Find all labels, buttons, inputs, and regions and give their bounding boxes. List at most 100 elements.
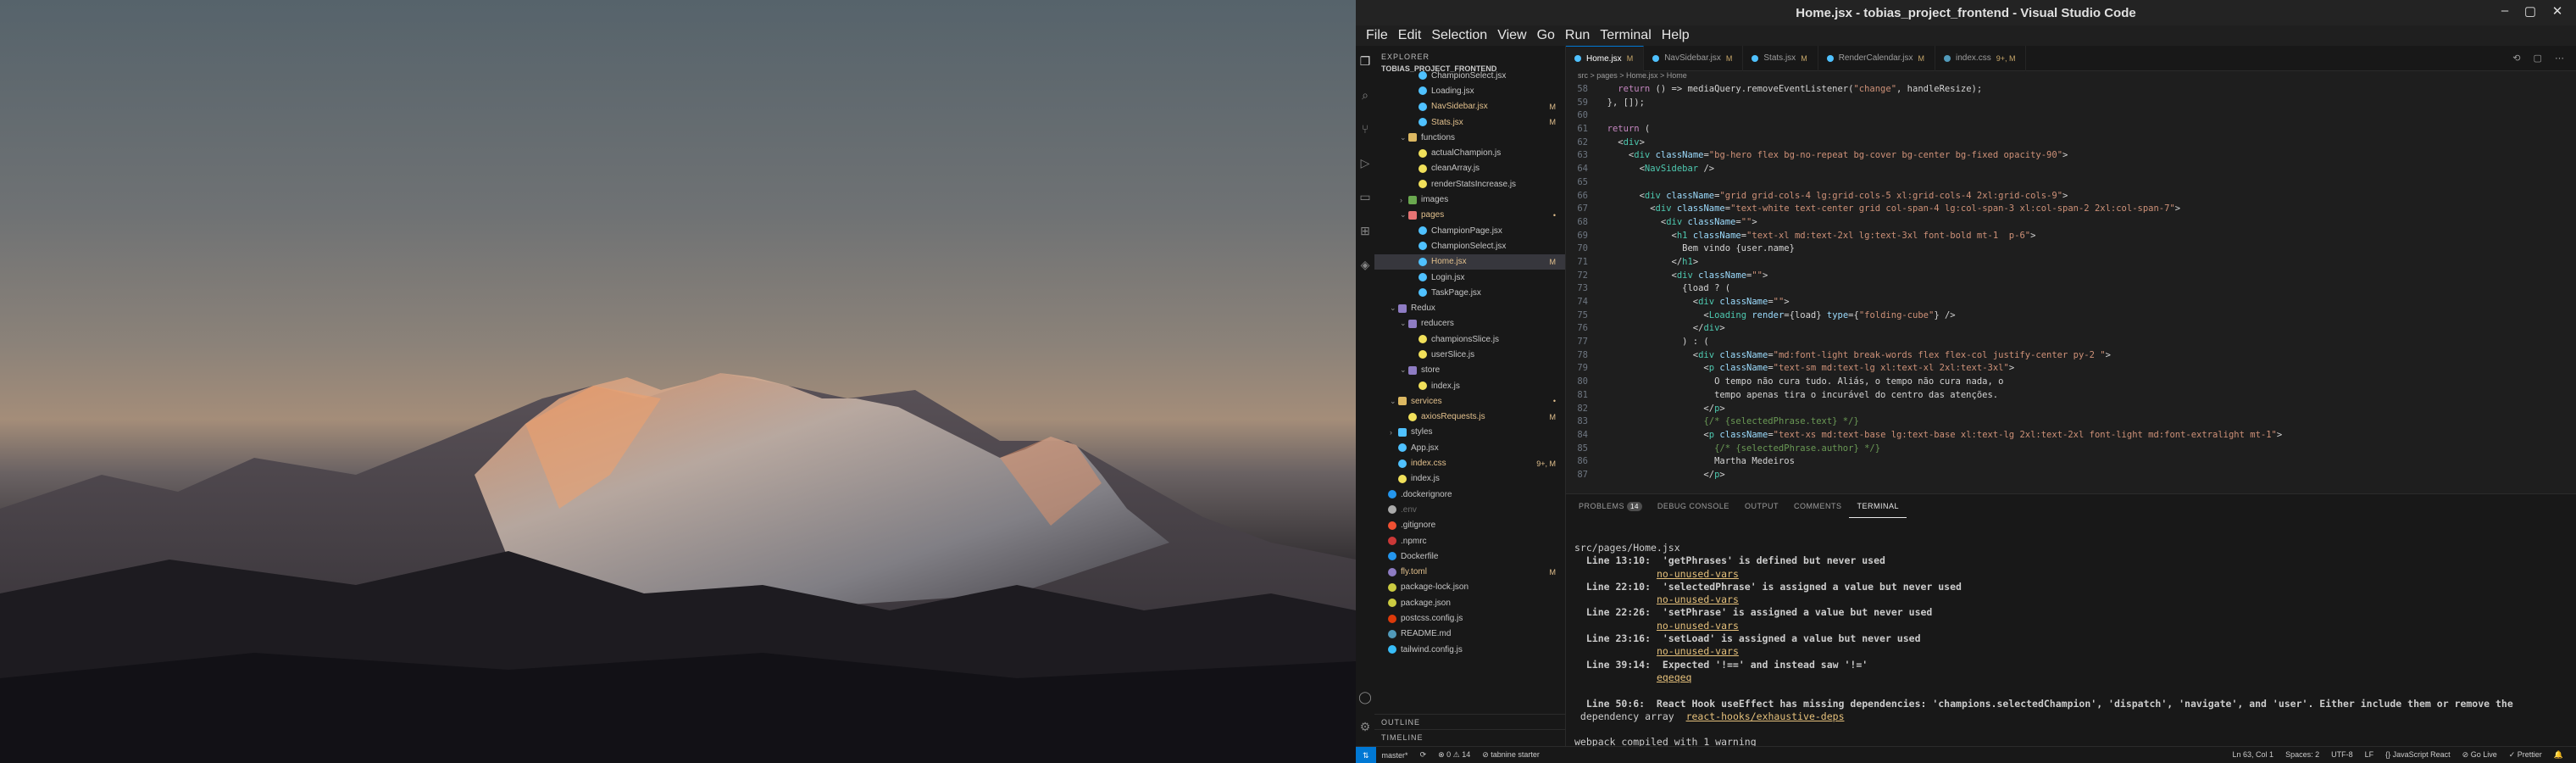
- code-line[interactable]: 68 <div className="">: [1566, 216, 2576, 230]
- tree-folder[interactable]: ⌄ functions: [1374, 130, 1565, 145]
- tabnine-status[interactable]: ⊘ tabnine starter: [1476, 750, 1546, 760]
- eslint-rule-link[interactable]: no-unused-vars: [1657, 645, 1739, 657]
- menu-view[interactable]: View: [1492, 28, 1531, 43]
- tree-file[interactable]: index.css 9+, M: [1374, 455, 1565, 471]
- menu-go[interactable]: Go: [1532, 28, 1560, 43]
- tree-file[interactable]: Login.jsx: [1374, 270, 1565, 285]
- timeline-section[interactable]: TIMELINE: [1374, 729, 1565, 744]
- status-item[interactable]: {} JavaScript React: [2379, 750, 2457, 760]
- menu-selection[interactable]: Selection: [1426, 28, 1492, 43]
- editor-tab[interactable]: NavSidebar.jsx M: [1644, 45, 1744, 71]
- code-line[interactable]: 71 </h1>: [1566, 256, 2576, 270]
- tree-file[interactable]: renderStatsIncrease.js: [1374, 176, 1565, 192]
- code-line[interactable]: 74 <div className="">: [1566, 296, 2576, 309]
- tree-file[interactable]: ChampionSelect.jsx: [1374, 68, 1565, 83]
- status-item[interactable]: LF: [2359, 750, 2380, 760]
- tree-file[interactable]: NavSidebar.jsx M: [1374, 99, 1565, 114]
- code-line[interactable]: 80 O tempo não cura tudo. Aliás, o tempo…: [1566, 376, 2576, 389]
- eslint-rule-link[interactable]: no-unused-vars: [1657, 568, 1739, 580]
- code-line[interactable]: 72 <div className="">: [1566, 270, 2576, 283]
- tree-file[interactable]: actualChampion.js: [1374, 145, 1565, 160]
- code-line[interactable]: 81 tempo apenas tira o incurável do cent…: [1566, 389, 2576, 403]
- tree-file[interactable]: ChampionPage.jsx: [1374, 223, 1565, 238]
- code-line[interactable]: 60: [1566, 109, 2576, 123]
- status-item[interactable]: UTF-8: [2325, 750, 2359, 760]
- tree-file[interactable]: .env: [1374, 502, 1565, 517]
- code-line[interactable]: 70 Bem vindo {user.name}: [1566, 242, 2576, 256]
- docker-icon[interactable]: ◈: [1358, 258, 1372, 271]
- code-line[interactable]: 87 </p>: [1566, 469, 2576, 482]
- status-item[interactable]: Spaces: 2: [2279, 750, 2325, 760]
- code-line[interactable]: 86 Martha Medeiros: [1566, 455, 2576, 469]
- tree-file[interactable]: Dockerfile: [1374, 549, 1565, 564]
- eslint-rule-link[interactable]: no-unused-vars: [1657, 620, 1739, 632]
- code-line[interactable]: 63 <div className="bg-hero flex bg-no-re…: [1566, 149, 2576, 163]
- tree-folder[interactable]: ⌄ Redux: [1374, 300, 1565, 315]
- tree-file[interactable]: .gitignore: [1374, 518, 1565, 533]
- eslint-rule-link[interactable]: react-hooks/exhaustive-deps: [1686, 710, 1845, 722]
- editor-tab[interactable]: index.css 9+, M: [1935, 45, 2027, 71]
- panel-tab[interactable]: DEBUG CONSOLE: [1650, 494, 1737, 518]
- code-line[interactable]: 67 <div className="text-white text-cente…: [1566, 203, 2576, 216]
- tree-file[interactable]: Home.jsx M: [1374, 253, 1565, 270]
- explorer-icon[interactable]: ❐: [1358, 54, 1372, 68]
- status-item[interactable]: 🔔: [2548, 750, 2569, 760]
- menu-terminal[interactable]: Terminal: [1595, 28, 1656, 43]
- tree-file[interactable]: .dockerignore: [1374, 487, 1565, 502]
- terminal-output[interactable]: src/pages/Home.jsx Line 13:10: 'getPhras…: [1574, 542, 2566, 762]
- code-line[interactable]: 58 return () => mediaQuery.removeEventLi…: [1566, 83, 2576, 97]
- tree-folder[interactable]: › styles: [1374, 425, 1565, 440]
- tree-folder[interactable]: ⌄ services •: [1374, 393, 1565, 409]
- code-line[interactable]: 85 {/* {selectedPhrase.author} */}: [1566, 443, 2576, 456]
- status-item[interactable]: Ln 63, Col 1: [2227, 750, 2280, 760]
- menu-edit[interactable]: Edit: [1393, 28, 1427, 43]
- tree-file[interactable]: championsSlice.js: [1374, 331, 1565, 347]
- code-line[interactable]: 65: [1566, 176, 2576, 190]
- sync-icon[interactable]: ⟳: [1414, 750, 1433, 760]
- tree-file[interactable]: Loading.jsx: [1374, 83, 1565, 98]
- code-view[interactable]: 58 return () => mediaQuery.removeEventLi…: [1566, 83, 2576, 493]
- menu-file[interactable]: File: [1361, 28, 1393, 43]
- settings-gear-icon[interactable]: ⚙: [1358, 720, 1372, 733]
- tree-file[interactable]: postcss.config.js: [1374, 610, 1565, 626]
- panel-tab[interactable]: PROBLEMS 14: [1571, 494, 1650, 518]
- tree-file[interactable]: index.js: [1374, 471, 1565, 487]
- tree-file[interactable]: Stats.jsx M: [1374, 114, 1565, 130]
- code-line[interactable]: 69 <h1 className="text-xl md:text-2xl lg…: [1566, 230, 2576, 243]
- tree-file[interactable]: ChampionSelect.jsx: [1374, 238, 1565, 253]
- tree-file[interactable]: tailwind.config.js: [1374, 642, 1565, 657]
- panel-tab[interactable]: COMMENTS: [1786, 494, 1850, 518]
- tree-file[interactable]: README.md: [1374, 627, 1565, 642]
- tree-file[interactable]: userSlice.js: [1374, 347, 1565, 362]
- code-line[interactable]: 76 </div>: [1566, 322, 2576, 336]
- code-line[interactable]: 82 </p>: [1566, 403, 2576, 416]
- code-line[interactable]: 83 {/* {selectedPhrase.text} */}: [1566, 415, 2576, 429]
- tree-file[interactable]: App.jsx: [1374, 440, 1565, 455]
- code-line[interactable]: 73 {load ? (: [1566, 282, 2576, 296]
- editor-tab[interactable]: RenderCalendar.jsx M: [1818, 45, 1936, 71]
- tree-file[interactable]: axiosRequests.js M: [1374, 409, 1565, 425]
- editor-tab[interactable]: Stats.jsx M: [1743, 45, 1818, 71]
- status-item[interactable]: ✓ Prettier: [2503, 750, 2548, 760]
- code-line[interactable]: 75 <Loading render={load} type={"folding…: [1566, 309, 2576, 323]
- tree-folder[interactable]: › images: [1374, 192, 1565, 207]
- tree-folder[interactable]: ⌄ store: [1374, 363, 1565, 378]
- tree-folder[interactable]: ⌄ reducers: [1374, 316, 1565, 331]
- run-debug-icon[interactable]: ▷: [1358, 156, 1372, 170]
- account-icon[interactable]: ◯: [1358, 690, 1372, 704]
- minimize-button[interactable]: –: [2493, 3, 2517, 18]
- menu-help[interactable]: Help: [1657, 28, 1695, 43]
- maximize-button[interactable]: ▢: [2518, 3, 2542, 19]
- status-item[interactable]: ⊘ Go Live: [2457, 750, 2503, 760]
- problems-count[interactable]: ⊗ 0 ⚠ 14: [1432, 750, 1476, 760]
- search-icon[interactable]: ⌕: [1358, 88, 1372, 102]
- tree-file[interactable]: fly.toml M: [1374, 565, 1565, 580]
- editor-tab[interactable]: Home.jsx M: [1566, 45, 1645, 71]
- code-line[interactable]: 78 <div className="md:font-light break-w…: [1566, 349, 2576, 363]
- code-line[interactable]: 66 <div className="grid grid-cols-4 lg:g…: [1566, 190, 2576, 203]
- code-line[interactable]: 79 <p className="text-sm md:text-lg xl:t…: [1566, 362, 2576, 376]
- tree-file[interactable]: .npmrc: [1374, 533, 1565, 549]
- extensions-icon[interactable]: ⊞: [1358, 224, 1372, 237]
- eslint-rule-link[interactable]: eqeqeq: [1657, 671, 1692, 683]
- close-button[interactable]: ✕: [2545, 3, 2569, 19]
